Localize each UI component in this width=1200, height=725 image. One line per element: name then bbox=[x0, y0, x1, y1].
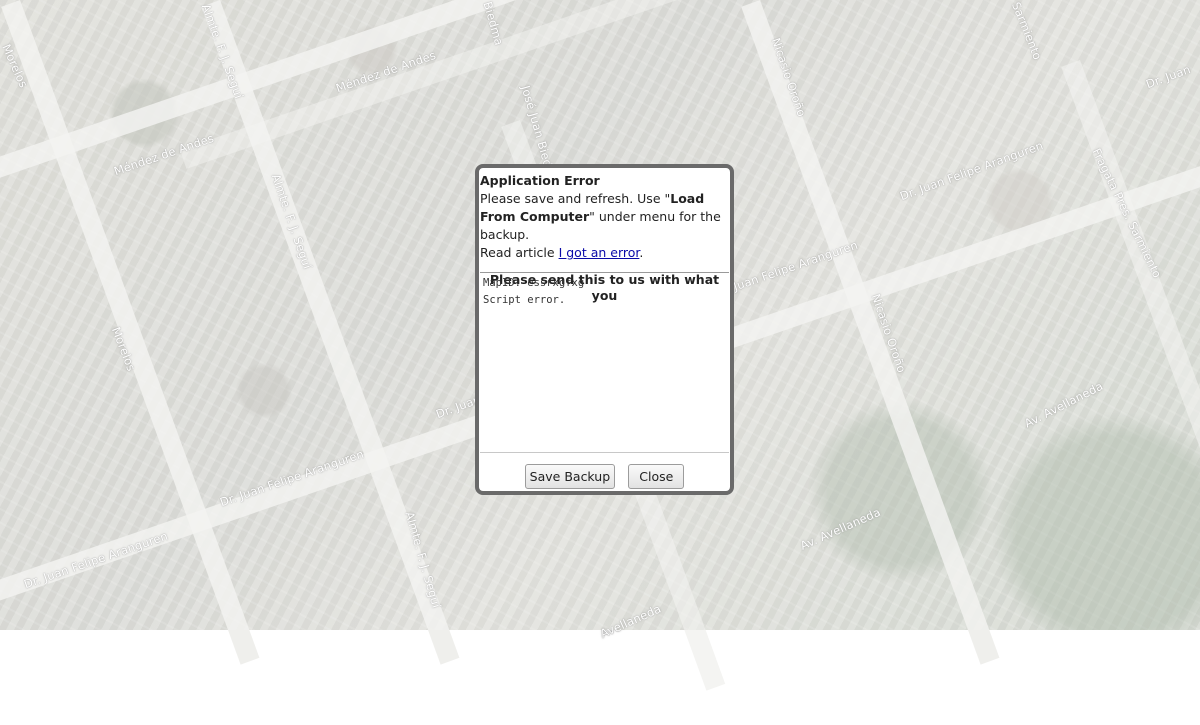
read-article-prefix: Read article bbox=[480, 245, 559, 260]
close-button[interactable]: Close bbox=[628, 464, 685, 489]
save-backup-button[interactable]: Save Backup bbox=[524, 464, 616, 489]
dialog-button-row: Save Backup Close bbox=[480, 464, 729, 489]
message-text: Please save and refresh. Use " bbox=[480, 191, 671, 206]
article-link[interactable]: I got an error bbox=[559, 245, 640, 260]
dialog-message: Please save and refresh. Use "Load From … bbox=[480, 190, 729, 262]
read-article-suffix: . bbox=[639, 245, 644, 260]
dialog-title: Application Error bbox=[480, 173, 600, 188]
error-report-textarea[interactable]: MapID: essrxgfxg Script error. bbox=[480, 272, 729, 453]
application-error-dialog: Application Error Please save and refres… bbox=[475, 164, 734, 495]
